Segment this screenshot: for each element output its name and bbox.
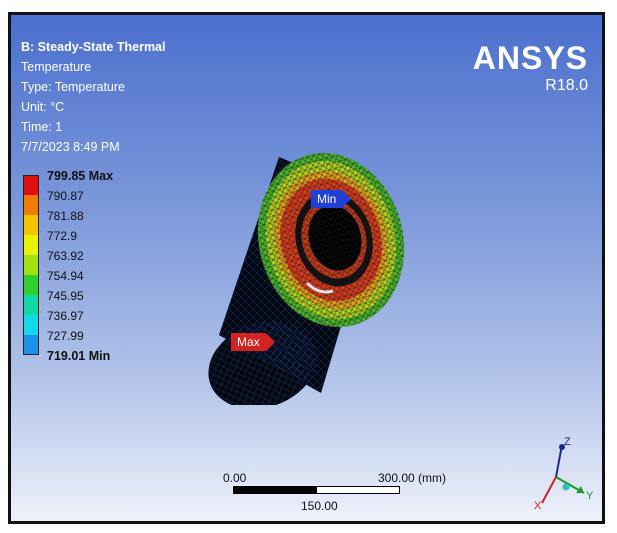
pipe-model[interactable] [201,145,421,405]
x-axis-label: X [534,500,542,510]
legend-swatch-3 [23,235,39,255]
legend-label-5: 754.94 [47,269,84,283]
legend-swatch-4 [23,255,39,275]
legend-swatch-2 [23,215,39,235]
legend-label-7: 736.97 [47,309,84,323]
legend-swatch-1 [23,195,39,215]
result-time: Time: 1 [21,120,63,134]
scale-mid-label: 150.00 [301,499,338,513]
scale-bar-light [316,486,400,494]
min-probe-label[interactable]: Min [311,190,352,208]
result-datetime: 7/7/2023 8:49 PM [21,140,120,154]
result-unit: Unit: °C [21,100,65,114]
brand-version: R18.0 [545,77,588,94]
y-axis-label: Y [586,490,594,502]
scale-right-label: 300.00 (mm) [378,471,447,485]
result-info-panel: B: Steady-State Thermal Temperature Type… [21,37,165,157]
brand-name: ANSYS [472,40,588,76]
result-name: Temperature [21,60,92,74]
scale-left-label: 0.00 [223,471,247,485]
scale-bar-dark [233,486,317,494]
z-axis-label: Z [564,436,571,448]
legend-label-4: 763.92 [47,249,84,263]
graphics-viewport[interactable]: B: Steady-State Thermal Temperature Type… [8,12,605,524]
legend-label-2: 781.88 [47,209,84,223]
legend-label-3: 772.9 [47,229,78,243]
analysis-title: B: Steady-State Thermal [21,40,166,54]
legend-label-8: 727.99 [47,329,84,343]
x-axis [541,476,557,504]
max-probe-label[interactable]: Max [231,333,275,351]
axis-triad[interactable]: Z Y X [526,435,596,510]
legend-swatch-6 [23,295,39,315]
legend-swatch-8 [23,335,39,355]
legend-swatch-7 [23,315,39,335]
triad-origin [562,483,570,491]
legend-label-6: 745.95 [47,289,84,303]
legend-swatch-5 [23,275,39,295]
legend-label-max: 799.85 Max [47,169,114,183]
legend-label-min: 719.01 Min [47,349,111,363]
legend-swatch-0 [23,175,39,195]
legend-label-1: 790.87 [47,189,84,203]
ansys-logo: ANSYS R18.0 [473,41,588,95]
result-type: Type: Temperature [21,80,125,94]
